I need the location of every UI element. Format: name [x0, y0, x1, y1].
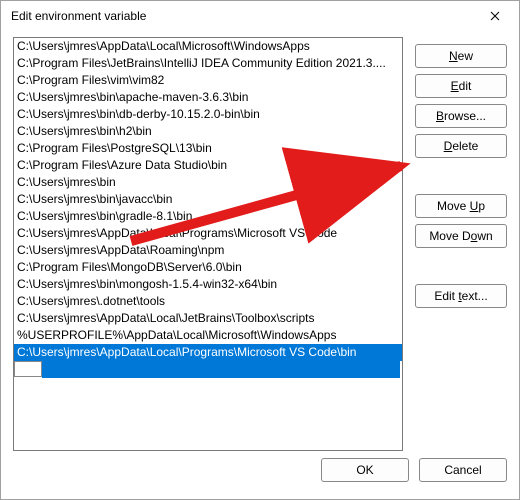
- path-listbox[interactable]: C:\Users\jmres\AppData\Local\Microsoft\W…: [13, 37, 403, 451]
- dialog-window: Edit environment variable C:\Users\jmres…: [0, 0, 520, 500]
- titlebar: Edit environment variable: [1, 1, 519, 31]
- move-down-button[interactable]: Move Down: [415, 224, 507, 248]
- path-item[interactable]: C:\Users\jmres\bin\apache-maven-3.6.3\bi…: [14, 89, 402, 106]
- path-item[interactable]: C:\Users\jmres\bin: [14, 174, 402, 191]
- path-item[interactable]: C:\Users\jmres\bin\h2\bin: [14, 123, 402, 140]
- browse-button[interactable]: Browse...: [415, 104, 507, 128]
- close-icon: [490, 11, 500, 21]
- path-item[interactable]: C:\Program Files\JetBrains\IntelliJ IDEA…: [14, 55, 402, 72]
- close-button[interactable]: [475, 2, 515, 30]
- path-item[interactable]: C:\Users\jmres\AppData\Local\Programs\Mi…: [14, 344, 402, 361]
- path-item[interactable]: C:\Users\jmres\AppData\Local\JetBrains\T…: [14, 310, 402, 327]
- path-item[interactable]: C:\Users\jmres\AppData\Local\Programs\Mi…: [14, 225, 402, 242]
- path-item[interactable]: C:\Users\jmres\AppData\Roaming\npm: [14, 242, 402, 259]
- path-item[interactable]: C:\Users\jmres\bin\javacc\bin: [14, 191, 402, 208]
- path-item[interactable]: C:\Program Files\vim\vim82: [14, 72, 402, 89]
- new-item-row[interactable]: [14, 361, 402, 378]
- new-item-selection: [42, 361, 400, 378]
- path-item[interactable]: C:\Users\jmres\bin\gradle-8.1\bin: [14, 208, 402, 225]
- new-button[interactable]: New: [415, 44, 507, 68]
- delete-button[interactable]: Delete: [415, 134, 507, 158]
- move-up-button[interactable]: Move Up: [415, 194, 507, 218]
- path-item[interactable]: C:\Program Files\MongoDB\Server\6.0\bin: [14, 259, 402, 276]
- path-item[interactable]: C:\Users\jmres\bin\db-derby-10.15.2.0-bi…: [14, 106, 402, 123]
- dialog-footer: OK Cancel: [1, 451, 519, 499]
- button-column: New Edit Browse... Delete Move Up Move D…: [415, 37, 507, 451]
- dialog-body: C:\Users\jmres\AppData\Local\Microsoft\W…: [1, 31, 519, 451]
- edit-button[interactable]: Edit: [415, 74, 507, 98]
- edit-text-button[interactable]: Edit text...: [415, 284, 507, 308]
- ok-button[interactable]: OK: [321, 458, 409, 482]
- cancel-button[interactable]: Cancel: [419, 458, 507, 482]
- path-item[interactable]: C:\Users\jmres\bin\mongosh-1.5.4-win32-x…: [14, 276, 402, 293]
- window-title: Edit environment variable: [11, 9, 146, 23]
- path-item[interactable]: C:\Program Files\PostgreSQL\13\bin: [14, 140, 402, 157]
- new-item-edit-cell[interactable]: [14, 361, 42, 377]
- path-item[interactable]: C:\Users\jmres\.dotnet\tools: [14, 293, 402, 310]
- path-item[interactable]: C:\Program Files\Azure Data Studio\bin: [14, 157, 402, 174]
- path-item[interactable]: %USERPROFILE%\AppData\Local\Microsoft\Wi…: [14, 327, 402, 344]
- path-item[interactable]: C:\Users\jmres\AppData\Local\Microsoft\W…: [14, 38, 402, 55]
